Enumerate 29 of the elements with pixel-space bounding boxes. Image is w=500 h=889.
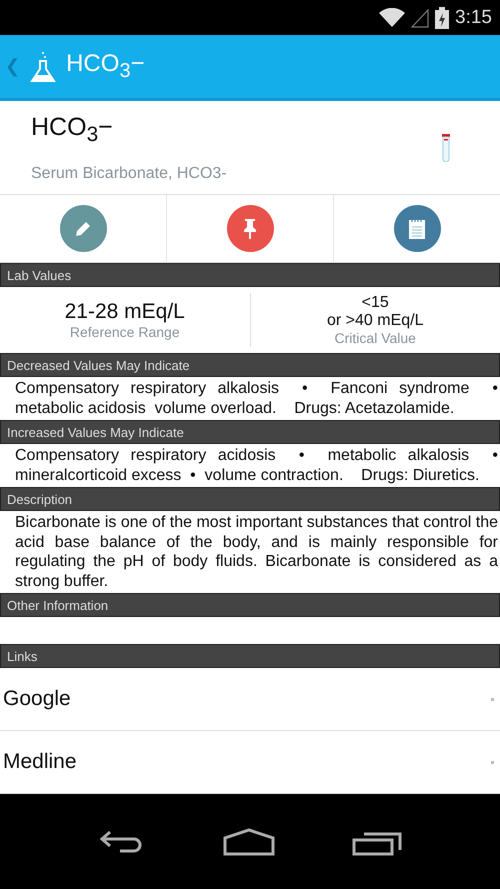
section-header: Increased Values May Indicate bbox=[0, 420, 500, 444]
test-tube-icon bbox=[442, 134, 450, 162]
value-label: Critical Value bbox=[334, 330, 416, 346]
section-header: Decreased Values May Indicate bbox=[0, 353, 500, 377]
notes-button[interactable] bbox=[394, 205, 440, 252]
test-name: HCO$_{3}$− bbox=[31, 112, 114, 146]
app-title: HCO$_{3}$− bbox=[66, 50, 145, 83]
flask-icon[interactable] bbox=[30, 50, 56, 82]
section-header: Description bbox=[0, 487, 500, 511]
pin-button[interactable] bbox=[226, 205, 274, 252]
section-text: Bicarbonate is one of the most important substances that control the acid base balance of the body, and is mainly responsible for regulating the pH of body fluids. Bicarbonate is considered as a strong buffer. bbox=[14, 513, 499, 592]
notepad-icon bbox=[408, 218, 426, 240]
home-icon[interactable] bbox=[222, 828, 275, 856]
value-label: Reference Range bbox=[70, 324, 180, 340]
edit-button[interactable] bbox=[60, 205, 106, 252]
section-text: Compensatory respiratory alkalosis • Fanconi syndrome • metabolic acidosis volume overload. Drugs: Acetazolamide. bbox=[14, 379, 499, 418]
lab-value: 21-28 mEq/L bbox=[64, 300, 185, 324]
lab-value: <15 or >40 mEq/L bbox=[327, 294, 424, 330]
test-subtitle: Serum Bicarbonate, HCO3- bbox=[31, 164, 227, 182]
signal-icon bbox=[411, 8, 430, 28]
section-header: Links bbox=[0, 644, 500, 668]
section-header: Lab Values bbox=[0, 263, 500, 287]
status-time: 3:15 bbox=[455, 6, 492, 28]
section-text: Compensatory respiratory acidosis • metabolic alkalosis • mineralcorticoid excess • volume contraction. Drugs: Diuretics. bbox=[14, 446, 499, 486]
pushpin-icon bbox=[242, 218, 258, 240]
battery-icon bbox=[435, 6, 450, 28]
wifi-icon bbox=[379, 8, 406, 28]
link-item[interactable]: Google bbox=[0, 668, 500, 731]
section-header: Other Information bbox=[0, 593, 500, 617]
